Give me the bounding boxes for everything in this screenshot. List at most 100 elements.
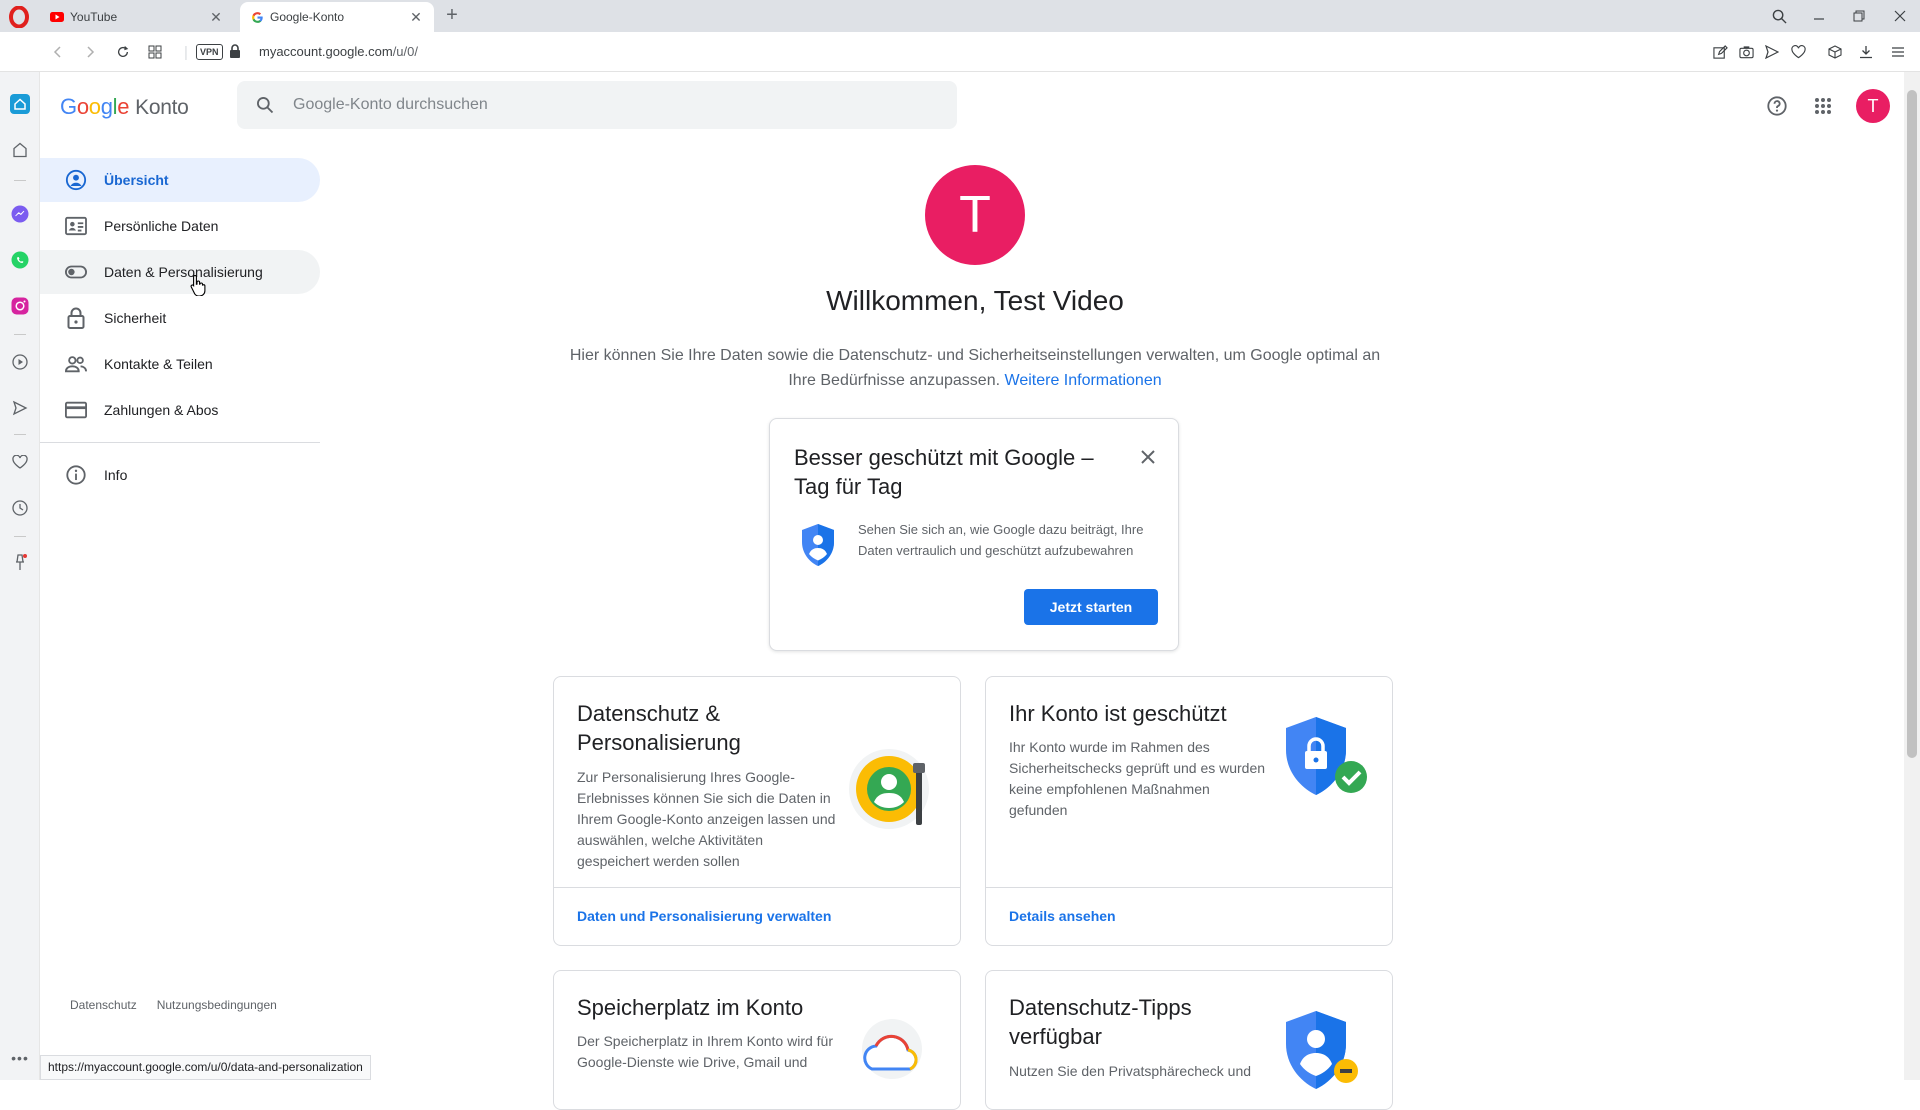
- close-tab-icon[interactable]: ✕: [208, 9, 224, 25]
- main-content: T Willkommen, Test Video Hier können Sie…: [320, 140, 1904, 1110]
- lock-icon[interactable]: [228, 43, 242, 59]
- help-icon[interactable]: [1764, 93, 1790, 119]
- shield-person-icon: [802, 524, 834, 566]
- product-name: Konto: [135, 96, 189, 119]
- account-header: Google Konto T: [40, 72, 1904, 140]
- nav-divider: [40, 442, 320, 443]
- lock-icon: [64, 306, 88, 330]
- cube-icon[interactable]: [1825, 42, 1845, 62]
- nav-item-info[interactable]: Info: [40, 453, 320, 497]
- tab-youtube[interactable]: YouTube ✕: [40, 2, 234, 32]
- tab-grid-icon[interactable]: [145, 42, 165, 62]
- terms-link[interactable]: Nutzungsbedingungen: [157, 998, 277, 1012]
- speed-dial-icon[interactable]: [10, 140, 30, 160]
- more-info-link[interactable]: Weitere Informationen: [1005, 372, 1162, 389]
- nav-item-persoenliche-daten[interactable]: Persönliche Daten: [40, 204, 320, 248]
- edit-icon[interactable]: [1710, 42, 1730, 62]
- minimize-button[interactable]: [1802, 4, 1836, 28]
- info-icon: [64, 463, 88, 487]
- privacy-personalization-card[interactable]: Datenschutz & Personalisierung Zur Perso…: [553, 676, 961, 946]
- restore-button[interactable]: [1842, 4, 1876, 28]
- forward-button[interactable]: [80, 42, 100, 62]
- sidebar-separator: [14, 334, 26, 335]
- close-window-button[interactable]: [1883, 4, 1917, 28]
- account-nav: Übersicht Persönliche Daten Daten & Pers…: [40, 158, 320, 499]
- tab-google-konto[interactable]: Google-Konto ✕: [240, 2, 434, 32]
- storage-card[interactable]: Speicherplatz im Konto Der Speicherplatz…: [553, 970, 961, 1110]
- address-bar[interactable]: myaccount.google.com/u/0/: [259, 44, 418, 59]
- player-icon[interactable]: [10, 352, 30, 372]
- nav-item-label: Zahlungen & Abos: [104, 402, 219, 418]
- card-title: Speicherplatz im Konto: [577, 995, 804, 1020]
- instagram-icon[interactable]: [10, 296, 30, 316]
- account-search: [237, 81, 957, 129]
- reload-button[interactable]: [113, 42, 133, 62]
- account-protected-card[interactable]: Ihr Konto ist geschützt Ihr Konto wurde …: [985, 676, 1393, 946]
- heart-icon[interactable]: [1788, 42, 1808, 62]
- nav-item-kontakte-teilen[interactable]: Kontakte & Teilen: [40, 342, 320, 386]
- personalization-illustration-icon: [849, 749, 929, 829]
- intro-body: Hier können Sie Ihre Daten sowie die Dat…: [569, 347, 1381, 389]
- whatsapp-icon[interactable]: [10, 250, 30, 270]
- logo-letter: o: [88, 94, 101, 119]
- nav-item-zahlungen-abos[interactable]: Zahlungen & Abos: [40, 388, 320, 432]
- privacy-tips-card[interactable]: Datenschutz-Tipps verfügbar Nutzen Sie d…: [985, 970, 1393, 1110]
- toggle-icon: [64, 260, 88, 284]
- card-link[interactable]: Details ansehen: [986, 887, 1392, 945]
- logo-letter: g: [100, 94, 113, 119]
- youtube-icon: [50, 10, 64, 24]
- security-promo-card: Besser geschützt mit Google – Tag für Ta…: [769, 418, 1179, 651]
- nav-item-label: Übersicht: [104, 172, 169, 188]
- vpn-badge[interactable]: VPN: [196, 44, 223, 60]
- search-icon[interactable]: [237, 95, 293, 115]
- search-input[interactable]: [293, 96, 893, 114]
- start-button[interactable]: Jetzt starten: [1024, 589, 1158, 625]
- nav-item-sicherheit[interactable]: Sicherheit: [40, 296, 320, 340]
- close-icon[interactable]: [1136, 445, 1160, 469]
- logo-letter: o: [76, 94, 89, 119]
- scrollbar-thumb[interactable]: [1907, 90, 1917, 758]
- nav-item-uebersicht[interactable]: Übersicht: [40, 158, 320, 202]
- browser-tabstrip: YouTube ✕ Google-Konto ✕ +: [0, 0, 1920, 32]
- welcome-heading: Willkommen, Test Video: [826, 285, 1124, 316]
- card-link[interactable]: Daten und Personalisierung verwalten: [554, 887, 960, 945]
- messenger-icon[interactable]: [10, 204, 30, 224]
- nav-item-label: Sicherheit: [104, 310, 167, 326]
- url-path: /u/0/: [392, 44, 418, 59]
- new-tab-button[interactable]: +: [442, 5, 462, 26]
- account-circle-icon: [64, 168, 88, 192]
- close-tab-icon[interactable]: ✕: [408, 9, 424, 25]
- hand-cursor-icon: [190, 274, 206, 296]
- camera-icon[interactable]: [1736, 42, 1756, 62]
- status-bar-url: https://myaccount.google.com/u/0/data-an…: [40, 1055, 371, 1080]
- browser-toolbar: | VPN myaccount.google.com/u/0/: [0, 32, 1920, 72]
- history-clock-icon[interactable]: [10, 498, 30, 518]
- back-button[interactable]: [48, 42, 68, 62]
- shield-check-icon: [1286, 717, 1367, 795]
- intro-text: Hier können Sie Ihre Daten sowie die Dat…: [555, 343, 1395, 393]
- google-konto-logo[interactable]: Google Konto: [60, 94, 189, 120]
- more-icon[interactable]: •••: [10, 1048, 30, 1068]
- logo-letter: e: [117, 94, 130, 119]
- sidebar-separator: [14, 180, 26, 181]
- page-scrollbar[interactable]: [1904, 72, 1920, 1080]
- nav-item-label: Persönliche Daten: [104, 218, 219, 234]
- bookmarks-heart-icon[interactable]: [10, 452, 30, 472]
- nav-item-daten-personalisierung[interactable]: Daten & Personalisierung: [40, 250, 320, 294]
- home-icon[interactable]: [10, 94, 30, 114]
- sidebar-separator: [14, 536, 26, 537]
- people-icon: [64, 352, 88, 376]
- pinboard-icon[interactable]: [10, 552, 30, 572]
- menu-icon[interactable]: [1888, 42, 1908, 62]
- apps-grid-icon[interactable]: [1810, 93, 1836, 119]
- privacy-link[interactable]: Datenschutz: [70, 998, 137, 1012]
- google-g-icon: [250, 10, 264, 24]
- url-host: myaccount.google.com: [259, 44, 393, 59]
- account-avatar[interactable]: T: [1856, 89, 1890, 123]
- download-icon[interactable]: [1856, 42, 1876, 62]
- opera-logo-icon[interactable]: [8, 6, 30, 28]
- search-tabs-icon[interactable]: [1762, 4, 1796, 28]
- send-icon[interactable]: [1762, 42, 1782, 62]
- profile-avatar[interactable]: T: [925, 165, 1025, 265]
- flow-send-icon[interactable]: [10, 398, 30, 418]
